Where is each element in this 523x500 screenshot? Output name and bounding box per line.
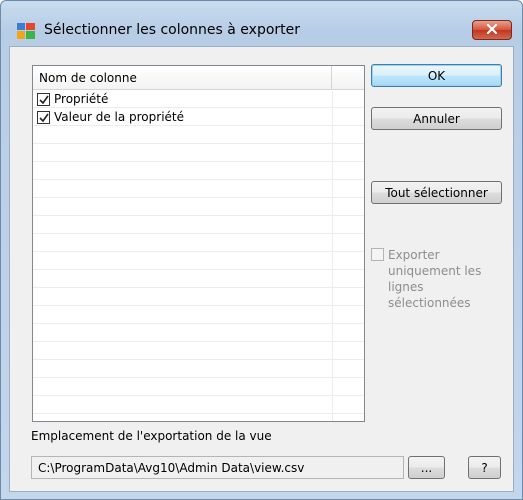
dialog-window: Sélectionner les colonnes à exporter Nom… bbox=[0, 0, 523, 500]
item-checkbox[interactable] bbox=[37, 93, 50, 106]
empty-row bbox=[33, 145, 364, 162]
browse-button[interactable]: ... bbox=[408, 456, 445, 479]
empty-row bbox=[33, 217, 364, 234]
empty-row bbox=[33, 325, 364, 342]
empty-row bbox=[33, 361, 364, 378]
close-button[interactable] bbox=[472, 20, 512, 40]
column-header-name[interactable]: Nom de colonne bbox=[33, 66, 332, 90]
item-label: Valeur de la propriété bbox=[54, 110, 185, 124]
item-label: Propriété bbox=[54, 92, 109, 106]
empty-row bbox=[33, 163, 364, 180]
empty-row bbox=[33, 397, 364, 414]
column-header-filler bbox=[332, 66, 364, 90]
export-only-selected-checkbox[interactable] bbox=[371, 248, 384, 261]
empty-row bbox=[33, 271, 364, 288]
empty-row bbox=[33, 199, 364, 216]
window-title: Sélectionner les colonnes à exporter bbox=[44, 22, 301, 38]
list-rows: Propriété Valeur de la propriété bbox=[33, 91, 364, 421]
empty-row bbox=[33, 307, 364, 324]
ok-button[interactable]: OK bbox=[371, 64, 502, 87]
list-item[interactable]: Valeur de la propriété bbox=[33, 109, 364, 126]
empty-row bbox=[33, 289, 364, 306]
list-header: Nom de colonne bbox=[33, 66, 364, 90]
item-checkbox[interactable] bbox=[37, 111, 50, 124]
close-icon bbox=[486, 23, 498, 37]
export-only-selected-label: Exporter uniquement les lignes sélection… bbox=[388, 248, 482, 310]
empty-row bbox=[33, 181, 364, 198]
list-item[interactable]: Propriété bbox=[33, 91, 364, 108]
empty-row bbox=[33, 235, 364, 252]
avg-logo-icon bbox=[17, 23, 35, 39]
export-location-label: Emplacement de l'exportation de la vue bbox=[31, 429, 272, 443]
empty-row bbox=[33, 253, 364, 270]
cancel-button[interactable]: Annuler bbox=[371, 107, 502, 130]
column-list[interactable]: Nom de colonne Propriété Valeur de la pro… bbox=[32, 65, 365, 422]
title-bar[interactable]: Sélectionner les colonnes à exporter bbox=[1, 1, 522, 45]
select-all-button[interactable]: Tout sélectionner bbox=[371, 181, 502, 204]
empty-row bbox=[33, 379, 364, 396]
export-path-field[interactable]: C:\ProgramData\Avg10\Admin Data\view.csv bbox=[31, 456, 404, 479]
empty-row bbox=[33, 127, 364, 144]
help-button[interactable]: ? bbox=[468, 456, 501, 479]
empty-row bbox=[33, 343, 364, 360]
dialog-content: Nom de colonne Propriété Valeur de la pro… bbox=[9, 46, 514, 492]
empty-row bbox=[33, 415, 364, 421]
